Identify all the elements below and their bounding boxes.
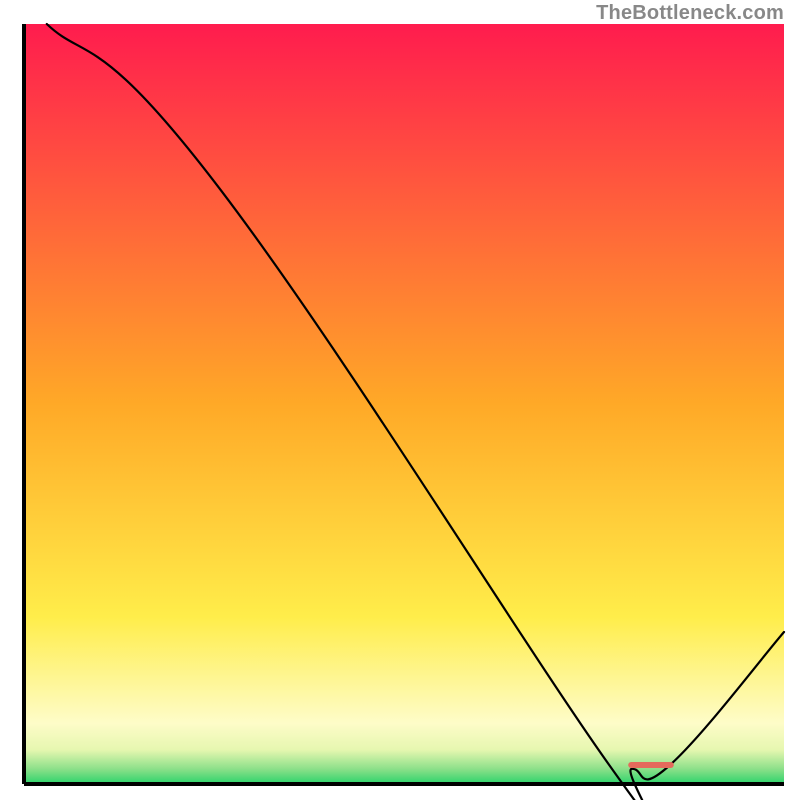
chart-svg — [0, 0, 800, 800]
plot-background — [24, 24, 784, 784]
watermark-text: TheBottleneck.com — [596, 2, 784, 25]
annotation-marker — [628, 762, 674, 768]
chart-container — [0, 0, 800, 800]
